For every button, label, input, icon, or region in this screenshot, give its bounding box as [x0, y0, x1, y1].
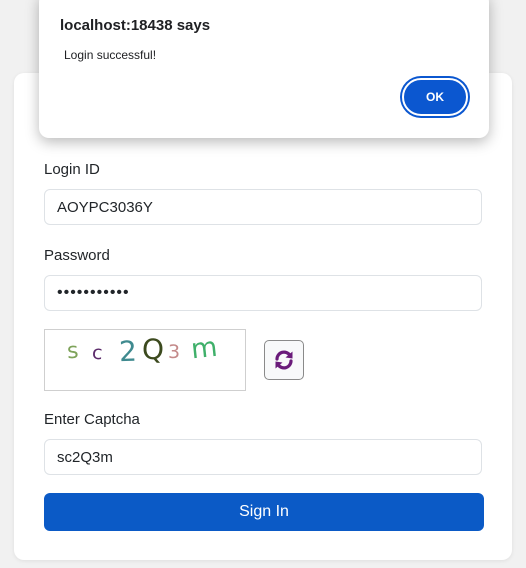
dialog-title: localhost:18438 says: [60, 17, 211, 34]
login-page: Login ID Password s c 2 Q 3 m Enter Capt…: [0, 0, 526, 568]
captcha-char: c: [91, 341, 104, 365]
password-input[interactable]: [44, 275, 482, 311]
captcha-char: Q: [141, 332, 165, 367]
login-id-input[interactable]: [44, 189, 482, 225]
captcha-image: s c 2 Q 3 m: [44, 329, 246, 391]
captcha-input[interactable]: [44, 439, 482, 475]
sign-in-button[interactable]: Sign In: [44, 493, 484, 531]
captcha-char: s: [66, 338, 80, 365]
captcha-char: 2: [118, 334, 138, 369]
captcha-label: Enter Captcha: [44, 411, 140, 428]
refresh-icon: [275, 350, 293, 370]
password-label: Password: [44, 247, 110, 264]
dialog-message: Login successful!: [64, 48, 157, 62]
alert-dialog: localhost:18438 says Login successful! O…: [39, 0, 489, 138]
ok-button[interactable]: OK: [402, 78, 468, 116]
login-card: [14, 73, 512, 560]
refresh-captcha-button[interactable]: [264, 340, 304, 380]
captcha-char: m: [189, 331, 219, 366]
login-id-label: Login ID: [44, 161, 100, 178]
captcha-char: 3: [168, 341, 181, 363]
